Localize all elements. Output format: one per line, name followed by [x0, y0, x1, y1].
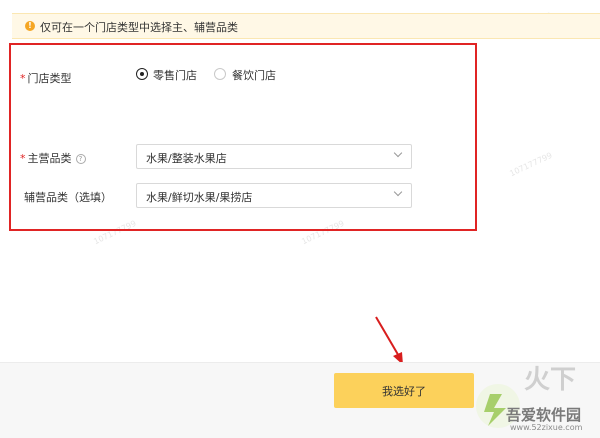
radio-restaurant-store[interactable]: [214, 68, 226, 80]
main-category-label-text: 主营品类: [27, 152, 72, 165]
main-category-value: 水果/整装水果店: [146, 152, 227, 165]
question-circle-icon[interactable]: ?: [75, 154, 86, 164]
chevron-down-icon: [393, 148, 403, 158]
brand-url: www.52zixue.com: [510, 423, 583, 432]
store-type-label: * 门店类型: [20, 70, 72, 86]
required-mark: *: [20, 72, 26, 85]
main-category-label: * 主营品类?: [20, 150, 86, 166]
store-type-label-text: 门店类型: [27, 72, 72, 85]
notice-bar: ! 仅可在一个门店类型中选择主、辅营品类: [12, 13, 600, 39]
watermark: 107177799: [508, 150, 554, 179]
main-category-select[interactable]: 水果/整装水果店: [136, 144, 412, 169]
svg-text:火下: 火下: [524, 365, 576, 395]
required-mark: *: [20, 152, 26, 165]
confirm-button[interactable]: 我选好了: [334, 373, 474, 408]
brand-name: 吾爱软件园: [506, 406, 582, 424]
sub-category-select[interactable]: 水果/鲜切水果/果捞店: [136, 183, 412, 208]
radio-retail-store[interactable]: [136, 68, 148, 80]
radio-restaurant-store-label[interactable]: 餐饮门店: [232, 67, 276, 83]
warning-icon: !: [25, 21, 35, 31]
notice-text: 仅可在一个门店类型中选择主、辅营品类: [40, 21, 238, 34]
sub-category-value: 水果/鲜切水果/果捞店: [146, 191, 253, 204]
sub-category-label-text: 辅营品类（选填）: [24, 191, 112, 204]
radio-retail-store-label[interactable]: 零售门店: [153, 67, 197, 83]
chevron-down-icon: [393, 187, 403, 197]
sub-category-label: 辅营品类（选填）: [24, 189, 112, 205]
